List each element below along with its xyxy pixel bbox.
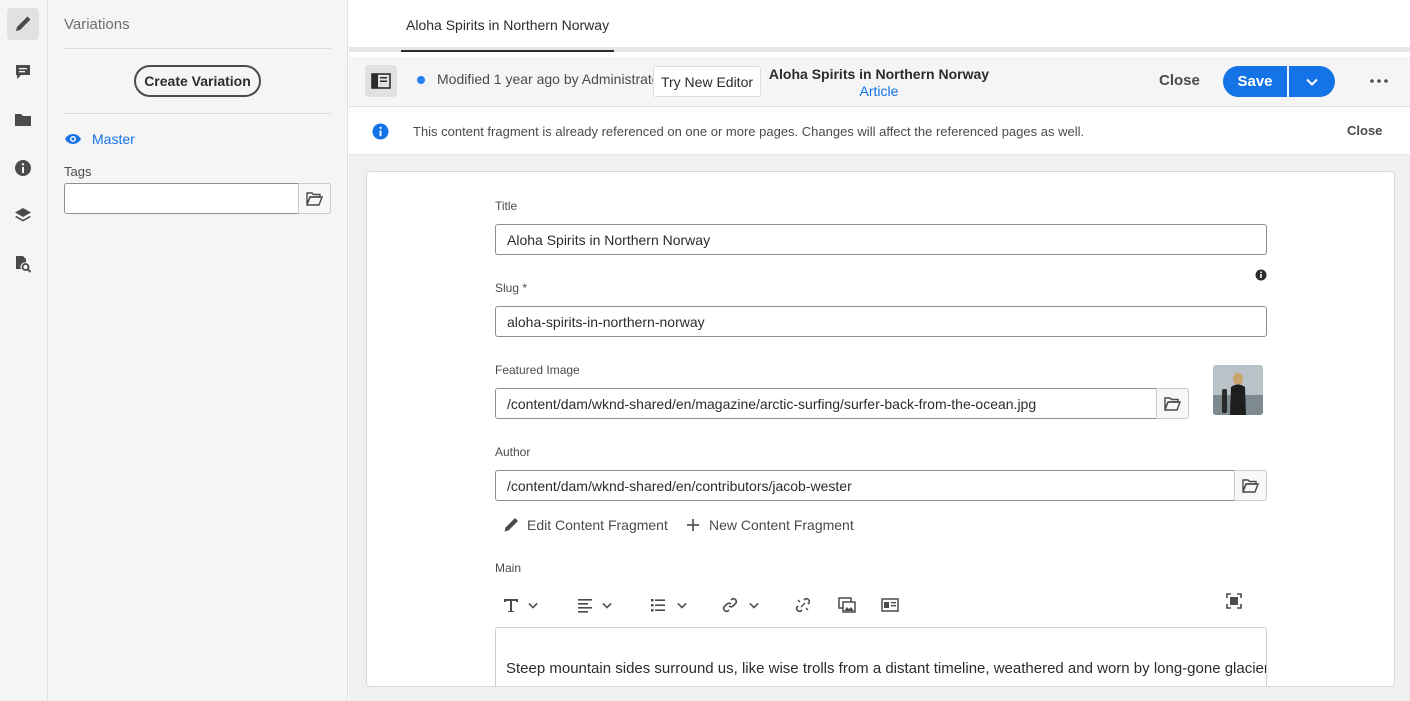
- folder-open-icon: [306, 191, 323, 206]
- insert-content-fragment-button[interactable]: [881, 593, 899, 617]
- unlink-icon: [795, 597, 811, 613]
- title-label: Title: [495, 199, 518, 213]
- editor-actionbar: Modified 1 year ago by Administrator Try…: [349, 57, 1410, 107]
- author-browse-button[interactable]: [1234, 470, 1267, 501]
- link-button[interactable]: [722, 593, 759, 617]
- link-icon: [722, 597, 738, 613]
- list-button[interactable]: [650, 593, 687, 617]
- chevron-down-icon: [602, 602, 612, 609]
- create-variation-button[interactable]: Create Variation: [134, 65, 261, 97]
- bullet-list-icon: [651, 599, 665, 612]
- save-options-button[interactable]: [1289, 66, 1335, 97]
- tab-document[interactable]: Aloha Spirits in Northern Norway: [401, 0, 615, 52]
- slug-info-icon[interactable]: [1255, 269, 1267, 281]
- toggle-side-panel-button[interactable]: [365, 65, 397, 97]
- divider: [64, 113, 331, 114]
- author-field[interactable]: /content/dam/wknd-shared/en/contributors…: [495, 470, 1235, 501]
- chevron-down-icon: [677, 602, 687, 609]
- layers-icon[interactable]: [7, 200, 39, 232]
- variation-master-label: Master: [92, 131, 135, 147]
- close-button[interactable]: Close: [1159, 72, 1200, 89]
- tags-browse-button[interactable]: [298, 183, 331, 214]
- edit-icon[interactable]: [7, 8, 39, 40]
- author-label: Author: [495, 445, 531, 459]
- text-icon: [504, 599, 518, 612]
- folder-open-icon: [1164, 396, 1181, 411]
- main-rich-text-editor[interactable]: Steep mountain sides surround us, like w…: [495, 627, 1267, 686]
- document-tabbar: Aloha Spirits in Northern Norway: [349, 0, 1410, 52]
- new-content-fragment-button[interactable]: New Content Fragment: [685, 517, 854, 533]
- info-icon: [372, 123, 389, 140]
- rte-toolbar: [495, 587, 1267, 623]
- more-icon: [1370, 79, 1388, 83]
- edit-content-fragment-label: Edit Content Fragment: [527, 517, 668, 533]
- alert-message: This content fragment is already referen…: [413, 124, 1085, 139]
- title-field[interactable]: Aloha Spirits in Northern Norway: [495, 224, 1267, 255]
- status-dot: [417, 76, 425, 84]
- left-rail: [0, 0, 48, 701]
- search-references-icon[interactable]: [7, 248, 39, 280]
- featured-image-field[interactable]: /content/dam/wknd-shared/en/magazine/arc…: [495, 388, 1157, 419]
- comment-icon[interactable]: [7, 56, 39, 88]
- tags-input[interactable]: [64, 183, 299, 214]
- fragment-icon: [881, 598, 899, 612]
- fragment-form: Title Aloha Spirits in Northern Norway S…: [366, 171, 1395, 687]
- info-icon[interactable]: [7, 152, 39, 184]
- edit-content-fragment-button[interactable]: Edit Content Fragment: [503, 517, 668, 533]
- modified-status: Modified 1 year ago by Administrator: [437, 71, 665, 87]
- new-content-fragment-label: New Content Fragment: [709, 517, 854, 533]
- chevron-down-icon: [1306, 78, 1318, 86]
- plus-icon: [687, 519, 699, 531]
- divider: [64, 48, 331, 49]
- save-button[interactable]: Save: [1223, 66, 1287, 97]
- alert-close-button[interactable]: Close: [1347, 123, 1382, 138]
- panel-title: Variations: [64, 16, 130, 33]
- main-label: Main: [495, 561, 522, 575]
- tags-label: Tags: [64, 164, 92, 179]
- featured-image-browse-button[interactable]: [1156, 388, 1189, 419]
- model-link[interactable]: Article: [729, 83, 1029, 99]
- unlink-button[interactable]: [795, 593, 811, 617]
- folder-open-icon: [1242, 478, 1259, 493]
- fullscreen-icon: [1226, 593, 1242, 609]
- pencil-icon: [504, 518, 518, 532]
- chevron-down-icon: [749, 602, 759, 609]
- eye-icon: [65, 134, 81, 144]
- variations-panel: Variations Create Variation Master Tags: [48, 0, 348, 701]
- variation-master[interactable]: Master: [64, 130, 135, 148]
- justify-button[interactable]: [577, 593, 612, 617]
- more-actions-button[interactable]: [1367, 71, 1391, 91]
- chevron-down-icon: [528, 602, 538, 609]
- image-icon: [838, 597, 856, 613]
- folder-icon[interactable]: [7, 104, 39, 136]
- featured-image-label: Featured Image: [495, 363, 580, 377]
- paragraph-format-button[interactable]: [503, 593, 538, 617]
- slug-label: Slug *: [495, 281, 528, 295]
- side-panel-icon: [371, 73, 391, 89]
- reference-alert: This content fragment is already referen…: [349, 108, 1410, 155]
- insert-asset-button[interactable]: [838, 593, 856, 617]
- document-title: Aloha Spirits in Northern Norway: [768, 66, 990, 82]
- fullscreen-button[interactable]: [1226, 589, 1242, 613]
- align-left-icon: [578, 599, 592, 613]
- slug-field[interactable]: aloha-spirits-in-northern-norway: [495, 306, 1267, 337]
- featured-image-thumbnail[interactable]: [1213, 365, 1263, 415]
